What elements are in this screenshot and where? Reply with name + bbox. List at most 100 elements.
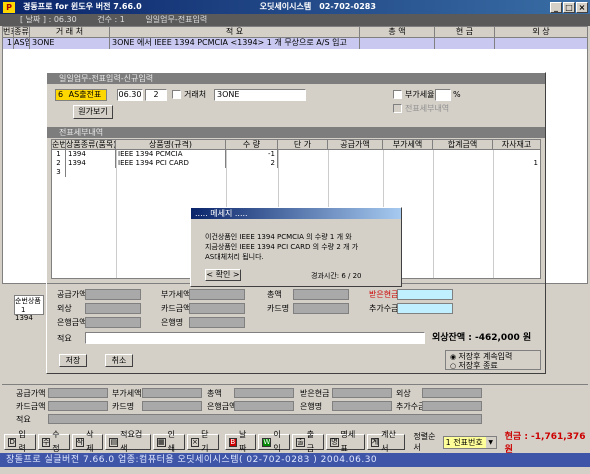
card-amount-field — [189, 303, 245, 314]
main-grid-header: 번호 종류 거 래 처 적 요 총 액 현 금 외 상 — [3, 27, 587, 38]
sort-label: 정렬순서 — [413, 432, 436, 452]
received-cash-field[interactable] — [397, 289, 453, 300]
withdraw-icon: 출 — [296, 437, 305, 447]
app-icon: P — [3, 1, 15, 13]
info-bar: [ 날짜 ] : 06.30 건수 : 1 일일업무-전표입력 — [0, 14, 590, 26]
supply-amount-field — [85, 289, 141, 300]
chevron-down-icon: ▼ — [485, 436, 496, 448]
input-icon: D — [8, 437, 17, 447]
save-option-group: ◉ 저장후 계속입력 ○ 저장후 종료 — [445, 350, 541, 370]
company-name: 오딧세이시스템 — [259, 2, 312, 11]
save-button[interactable]: 저장 — [59, 354, 87, 367]
printer-icon: ▦ — [156, 437, 166, 447]
main-totals-panel: 공급가액 부가세액 총액 받은현금 외상 카드금액 카드명 은행금액 은행명 추… — [2, 384, 588, 430]
profit-icon: W — [262, 437, 272, 447]
add-amount-field[interactable] — [397, 303, 453, 314]
background-details-grid: 순번상품 1 1394 — [14, 295, 44, 322]
sort-select[interactable]: 1 전표번호 ▼ — [442, 435, 497, 449]
details-grid-header: 순번 상품종류(품목) 상품명(규격) 수 량 단 가 공급가액 부가세액 합계… — [52, 140, 540, 150]
withdraw-button[interactable]: 출 출금 — [292, 430, 325, 453]
table-row[interactable]: 1 1394 IEEE 1394 PCMCIA -1 — [52, 150, 540, 159]
bank-amount-field — [85, 317, 141, 328]
details-title: 전표세부내역 — [47, 127, 545, 138]
count-indicator: 건수 : 1 — [97, 15, 125, 24]
cash-total: 현금 : -1,761,376 원 — [504, 432, 586, 455]
header-client: 거 래 처 — [30, 27, 110, 37]
memo-search-button[interactable]: ▤ 적요검색 — [105, 430, 151, 453]
table-row[interactable]: 2 1394 IEEE 1394 PCI CARD 2 1 — [52, 159, 540, 168]
date-field[interactable]: 06.30 — [117, 89, 143, 101]
detail-print-checkbox[interactable] — [393, 104, 402, 113]
elapsed-text: 경과시간: 6 / 20 — [311, 272, 362, 280]
message-line-3: AS대체처리 됩니다. — [205, 253, 264, 261]
edit-icon: 수 — [41, 437, 51, 447]
vat-unit: % — [453, 90, 461, 99]
message-line-1: 이건상품인 IEEE 1394 PCMCIA 의 수량 1 개 와 — [205, 233, 352, 241]
close-form-button[interactable]: × 닫기 — [186, 430, 219, 453]
profit-button[interactable]: W 이익 — [258, 430, 291, 453]
main-vat-field — [142, 388, 202, 398]
seq-field[interactable]: 2 — [145, 89, 167, 101]
close-icon: × — [190, 437, 200, 447]
message-line-2: 지금상품인 IEEE 1394 PCI CARD 의 수량 2 개 가 — [205, 243, 359, 251]
delete-icon: 삭 — [75, 437, 85, 447]
bank-name-field — [189, 317, 245, 328]
header-total: 총 액 — [360, 27, 435, 37]
screen-indicator: 일일업무-전표입력 — [145, 15, 208, 24]
invoice-button[interactable]: 계 계산서 — [366, 430, 406, 453]
message-title: ..... 메세지 ..... — [191, 208, 401, 219]
balance-text: 외상잔액 : -462,000 원 — [432, 333, 532, 343]
entry-dialog-title: 일일업무-전표입력-신규입력 — [47, 73, 545, 84]
invoice-icon: 계 — [370, 437, 380, 447]
dialog-totals-panel: 공급가액 부가세액 총액 받은현금 외상 카드금액 카드명 추가수금 은행금액 … — [47, 283, 545, 373]
ok-button[interactable]: < 확인 > — [205, 269, 241, 281]
client-field[interactable]: 3ONE — [214, 89, 306, 101]
message-dialog: ..... 메세지 ..... 이건상품인 IEEE 1394 PCMCIA 의… — [190, 207, 402, 287]
close-button[interactable]: × — [576, 1, 588, 13]
main-card-name-field — [142, 401, 202, 411]
print-button[interactable]: ▦ 인쇄 — [152, 430, 185, 453]
main-total-field — [234, 388, 294, 398]
header-no: 번호 — [3, 27, 14, 37]
vat-label: 부가세율 — [405, 90, 435, 99]
voucher-type-label: AS출전표 — [68, 90, 102, 99]
header-type: 종류 — [14, 27, 30, 37]
company-phone: 02-702-0283 — [319, 2, 376, 11]
date-button[interactable]: B 날짜 — [224, 430, 257, 453]
input-button[interactable]: D 입력 — [4, 430, 36, 453]
radio-save-exit[interactable]: ○ 저장후 종료 — [450, 361, 498, 371]
vat-amount-field — [189, 289, 245, 300]
window-titlebar: P 경동프로 for 윈도우 버전 7.66.0 오딧세이시스템 02-702-… — [0, 0, 590, 14]
table-row[interactable]: 3 — [52, 168, 540, 177]
main-card-amount-field — [48, 401, 108, 411]
main-received-field — [332, 388, 392, 398]
main-bank-amount-field — [234, 401, 294, 411]
date-indicator: [ 날짜 ] : 06.30 — [20, 15, 77, 24]
window-title: 경동프로 for 윈도우 버전 7.66.0 — [23, 2, 142, 11]
header-memo: 적 요 — [110, 27, 360, 37]
voucher-type-badge: 6 AS출전표 — [55, 89, 107, 101]
bottom-toolbar: D 입력 수 수정 삭 삭제 ▤ 적요검색 ▦ 인쇄 × 닫기 B 날짜 W 이익 출 출금 명명… — [0, 430, 590, 455]
credit-field — [85, 303, 141, 314]
client-checkbox[interactable] — [172, 90, 181, 99]
table-row[interactable]: 1 AS입 3ONE 3ONE 에서 IEEE 1394 PCMCIA <139… — [3, 38, 587, 49]
client-label: 거래처 — [184, 90, 207, 99]
main-supply-field — [48, 388, 108, 398]
minimize-button[interactable]: _ — [550, 1, 562, 13]
edit-button[interactable]: 수 수정 — [37, 430, 70, 453]
view-cost-button[interactable]: 원가보기 — [73, 105, 113, 119]
date-icon: B — [228, 437, 237, 447]
memo-input[interactable] — [85, 332, 425, 344]
vat-rate-field[interactable] — [435, 89, 451, 101]
statement-button[interactable]: 명 명세표 — [326, 430, 365, 453]
maximize-button[interactable]: □ — [563, 1, 575, 13]
vat-checkbox[interactable] — [393, 90, 402, 99]
main-memo-field — [48, 414, 482, 424]
total-amount-field — [293, 289, 349, 300]
cancel-button[interactable]: 취소 — [105, 354, 133, 367]
detail-print-label: 전표세부내역 — [405, 104, 450, 113]
card-name-field — [293, 303, 349, 314]
header-credit: 외 상 — [532, 27, 550, 36]
delete-button[interactable]: 삭 삭제 — [71, 430, 104, 453]
status-bar: 장돌프로 실글버전 7.66.0 업종:컴퓨터용 오딧세이시스템( 02-702… — [0, 453, 590, 467]
